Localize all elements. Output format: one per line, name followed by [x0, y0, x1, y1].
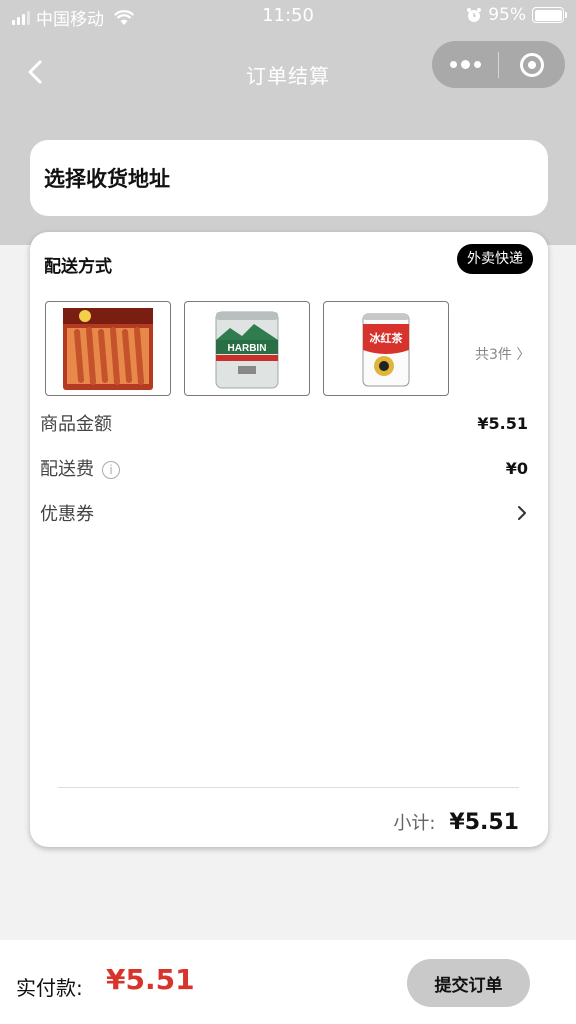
shipping-fee-value: ¥0 [505, 458, 528, 478]
product-count-link[interactable]: 共3件 〉 [475, 344, 530, 364]
coupon-row[interactable]: 优惠券 [40, 500, 528, 526]
product-thumb-beer[interactable]: HARBIN [184, 301, 310, 396]
product-thumb-snack[interactable] [45, 301, 171, 396]
shipping-fee-label: 配送费 [40, 459, 94, 480]
battery-icon [532, 7, 567, 23]
chevron-right-icon [518, 506, 526, 520]
subtotal-label: 小计: [393, 813, 436, 834]
iced-tea-brand-text: 冰红茶 [370, 331, 404, 345]
spicy-strips-image [63, 307, 153, 390]
order-card: 配送方式 外卖快递 HARBIN 冰红茶 共3件 〉 商品金额 ¥5.51 配送… [30, 232, 548, 847]
goods-amount-label: 商品金额 [40, 414, 112, 435]
close-miniprogram-button[interactable] [499, 52, 565, 77]
miniprogram-capsule [432, 41, 565, 88]
subtotal-value: ¥5.51 [449, 810, 519, 835]
coupon-label: 优惠券 [40, 504, 94, 525]
info-icon[interactable]: i [102, 461, 120, 479]
more-dots-icon[interactable] [432, 60, 498, 69]
product-thumb-iced-tea[interactable]: 冰红茶 [323, 301, 449, 396]
shipping-fee-row: 配送费 i ¥0 [40, 455, 528, 481]
select-address-card[interactable]: 选择收货地址 [30, 140, 548, 216]
goods-amount-value: ¥5.51 [477, 413, 528, 433]
subtotal: 小计: ¥5.51 [393, 809, 519, 835]
delivery-method-badge[interactable]: 外卖快递 [457, 244, 533, 274]
product-thumbnails[interactable]: HARBIN 冰红茶 [45, 301, 449, 396]
status-bar: 中国移动 11:50 95% [0, 0, 576, 32]
delivery-method-title: 配送方式 [44, 257, 112, 277]
iced-tea-image: 冰红茶 [362, 313, 410, 386]
actual-payment-label: 实付款: [16, 976, 83, 1000]
goods-amount-row: 商品金额 ¥5.51 [40, 410, 528, 436]
divider [58, 787, 519, 788]
battery-percent: 95% [488, 5, 526, 25]
actual-payment-amount: ¥5.51 [106, 963, 195, 996]
target-icon [520, 52, 544, 77]
harbin-beer-image: HARBIN [215, 311, 279, 388]
beer-brand-text: HARBIN [228, 343, 267, 354]
select-address-label: 选择收货地址 [44, 167, 170, 191]
alarm-icon [467, 8, 482, 22]
submit-order-button[interactable]: 提交订单 [407, 959, 530, 1007]
